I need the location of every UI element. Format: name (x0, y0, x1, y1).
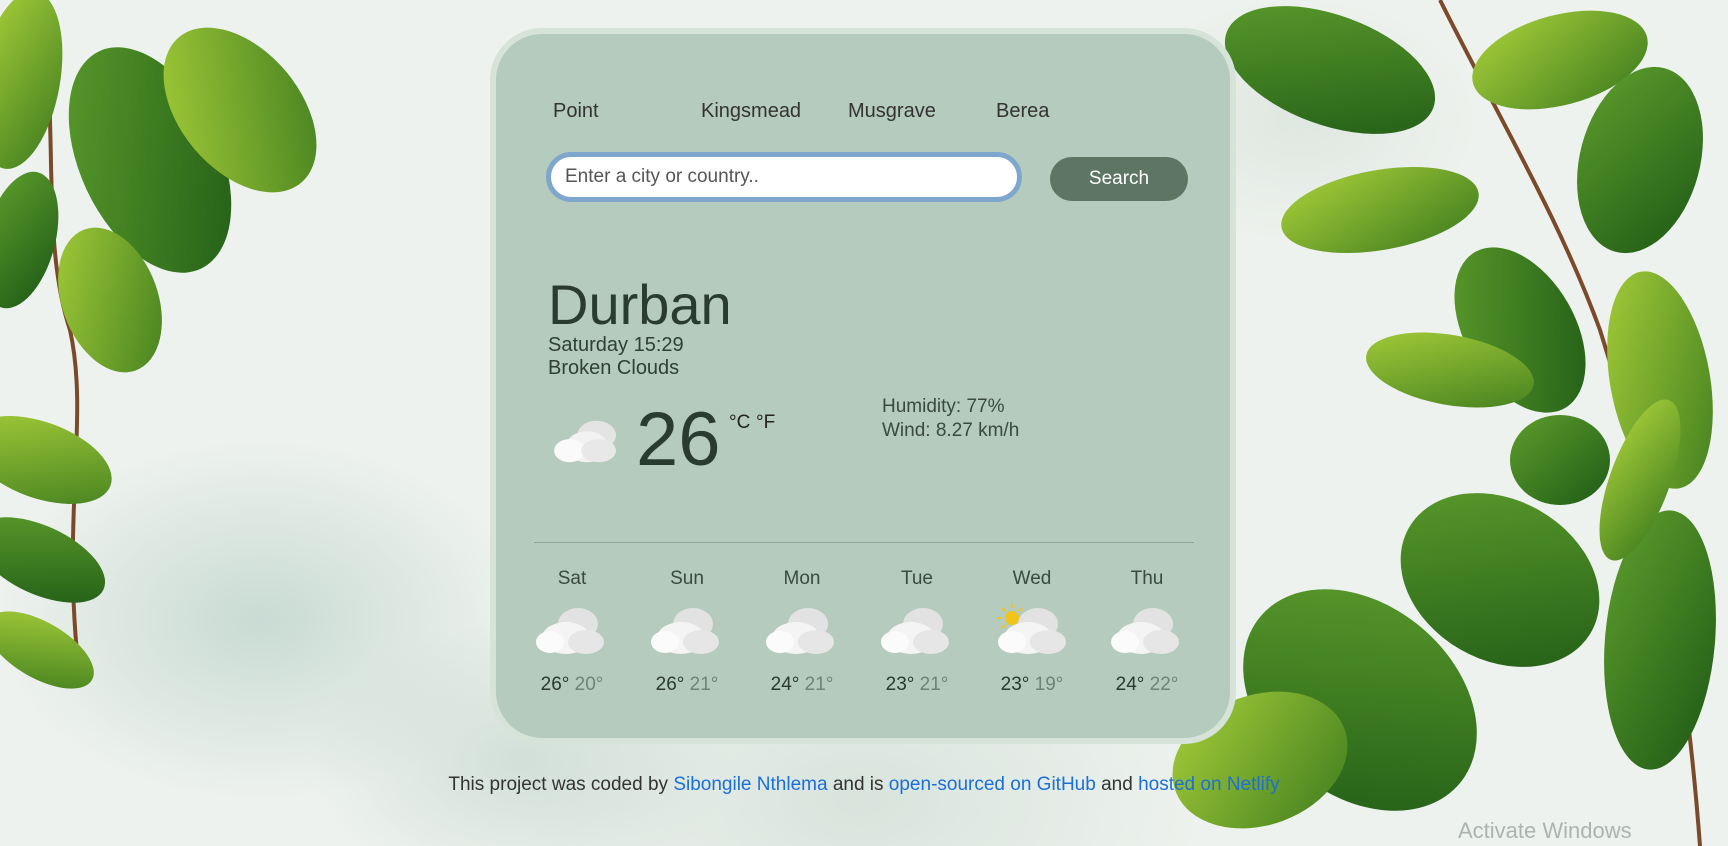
forecast-max-temp: 23° (885, 674, 915, 695)
favorite-city-link[interactable]: Point (553, 100, 599, 123)
forecast-max-temp: 26° (655, 674, 685, 695)
forecast-day: Thu 24° 22° (1097, 568, 1197, 696)
date-time: Saturday 15:29 (548, 334, 684, 356)
forecast-max-temp: 23° (1000, 674, 1030, 695)
forecast-day-name: Tue (900, 568, 934, 589)
forecast-max-temp: 24° (1115, 674, 1145, 695)
current-temperature: 26 (636, 397, 721, 482)
fahrenheit-toggle[interactable]: °F (756, 412, 775, 434)
cloud-icon (1111, 608, 1179, 654)
forecast-day: Sat 26° 20° (522, 568, 622, 696)
forecast-min-temp: 21° (689, 674, 719, 695)
forecast-min-temp: 20° (574, 674, 604, 695)
humidity-value: Humidity: 77% (882, 396, 1005, 417)
forecast-min-temp: 19° (1034, 674, 1064, 695)
favorite-city-link[interactable]: Musgrave (848, 100, 936, 123)
sun-cloud-icon (998, 604, 1066, 654)
forecast-day: Wed 23° 19° (982, 568, 1082, 696)
cloud-icon (651, 608, 719, 654)
weather-card: Point Kingsmead Musgrave Berea Search Du… (490, 28, 1236, 744)
celsius-toggle[interactable]: °C (729, 412, 750, 434)
forecast-min-temp: 22° (1149, 674, 1179, 695)
search-input[interactable] (546, 152, 1022, 202)
forecast-max-temp: 26° (540, 674, 570, 695)
forecast-day-name: Thu (1130, 568, 1164, 589)
cloud-icon (881, 608, 949, 654)
github-link[interactable]: open-sourced on GitHub (889, 774, 1096, 795)
cloud-icon (536, 608, 604, 654)
author-link[interactable]: Sibongile Nthlema (673, 774, 827, 795)
search-button[interactable]: Search (1050, 157, 1188, 201)
forecast-day-name: Mon (783, 568, 821, 589)
wind-value: Wind: 8.27 km/h (882, 420, 1020, 441)
forecast-day: Sun 26° 21° (637, 568, 737, 696)
forecast-divider (534, 542, 1194, 543)
footer: This project was coded by Sibongile Nthl… (0, 774, 1728, 796)
forecast-day: Tue 23° 21° (867, 568, 967, 696)
forecast-max-temp: 24° (770, 674, 800, 695)
footer-text: and (1101, 774, 1133, 795)
forecast-day-name: Wed (1012, 568, 1052, 589)
city-name: Durban (548, 273, 732, 336)
favorite-city-link[interactable]: Berea (996, 100, 1049, 123)
netlify-link[interactable]: hosted on Netlify (1138, 774, 1280, 795)
cloud-icon (766, 608, 834, 654)
forecast-day-name: Sat (557, 568, 587, 589)
broken-clouds-icon (554, 420, 616, 463)
footer-text: and is (832, 774, 884, 795)
forecast-day: Mon 24° 21° (752, 568, 852, 696)
activate-windows-watermark: Activate Windows (1458, 818, 1632, 843)
footer-text: This project was coded by (448, 774, 669, 795)
forecast-min-temp: 21° (804, 674, 834, 695)
favorite-city-link[interactable]: Kingsmead (701, 100, 801, 123)
weather-description: Broken Clouds (548, 357, 680, 379)
forecast-min-temp: 21° (919, 674, 949, 695)
forecast-day-name: Sun (670, 568, 704, 589)
